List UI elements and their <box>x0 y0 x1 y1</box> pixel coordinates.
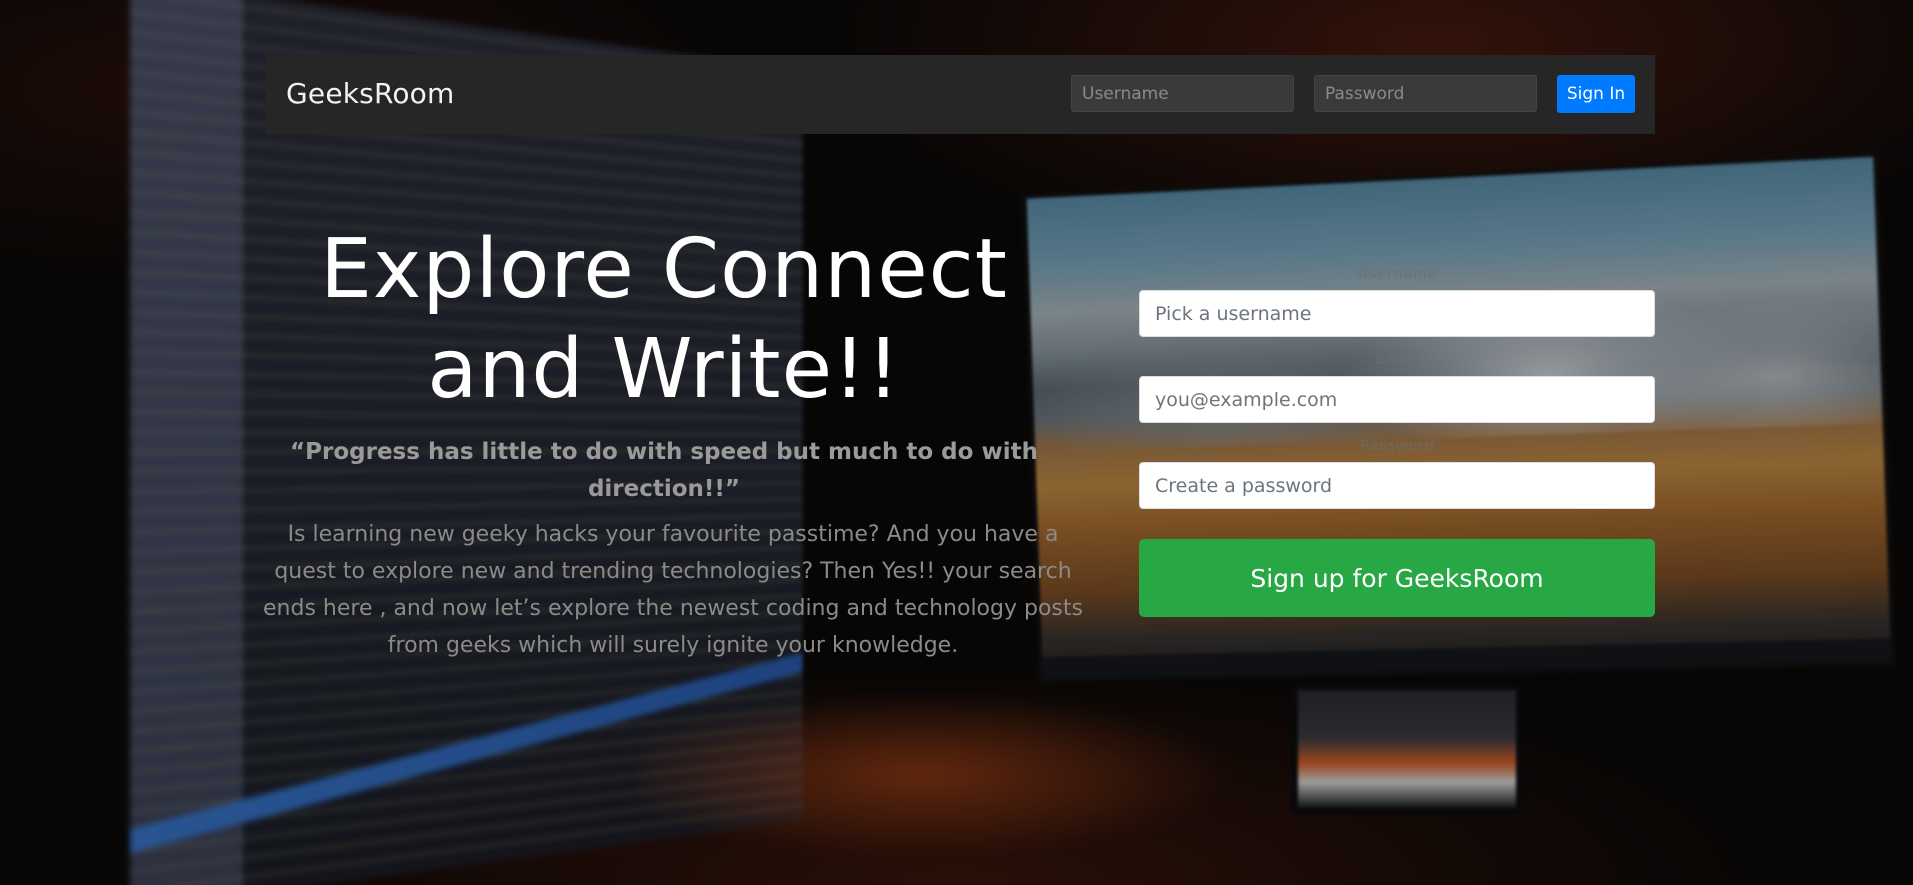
hero-quote: “Progress has little to do with speed bu… <box>290 439 1038 502</box>
top-navbar: GeeksRoom Sign In <box>266 55 1655 134</box>
hero-description: Is learning new geeky hacks your favouri… <box>263 522 1083 658</box>
hero-title-line-1: Explore Connect <box>320 222 1008 317</box>
signup-username-input[interactable] <box>1139 290 1655 337</box>
hero-title-line-2: and Write!! <box>427 322 901 417</box>
hero-section: Explore Connect and Write!! “Progress ha… <box>263 220 1083 664</box>
signup-submit-button[interactable]: Sign up for GeeksRoom <box>1139 539 1655 617</box>
username-label: Username <box>1357 266 1437 282</box>
brand-logo[interactable]: GeeksRoom <box>286 77 455 110</box>
navbar-password-input[interactable] <box>1314 75 1537 112</box>
navbar-username-input[interactable] <box>1071 75 1294 112</box>
hero-title: Explore Connect and Write!! <box>266 220 1062 420</box>
password-label: Password <box>1359 438 1435 454</box>
email-label: Email <box>1375 352 1419 368</box>
sign-in-button[interactable]: Sign In <box>1557 75 1635 113</box>
signup-form: Username Email Password Sign up for Geek… <box>1139 258 1655 617</box>
signup-password-input[interactable] <box>1139 462 1655 509</box>
signup-email-input[interactable] <box>1139 376 1655 423</box>
